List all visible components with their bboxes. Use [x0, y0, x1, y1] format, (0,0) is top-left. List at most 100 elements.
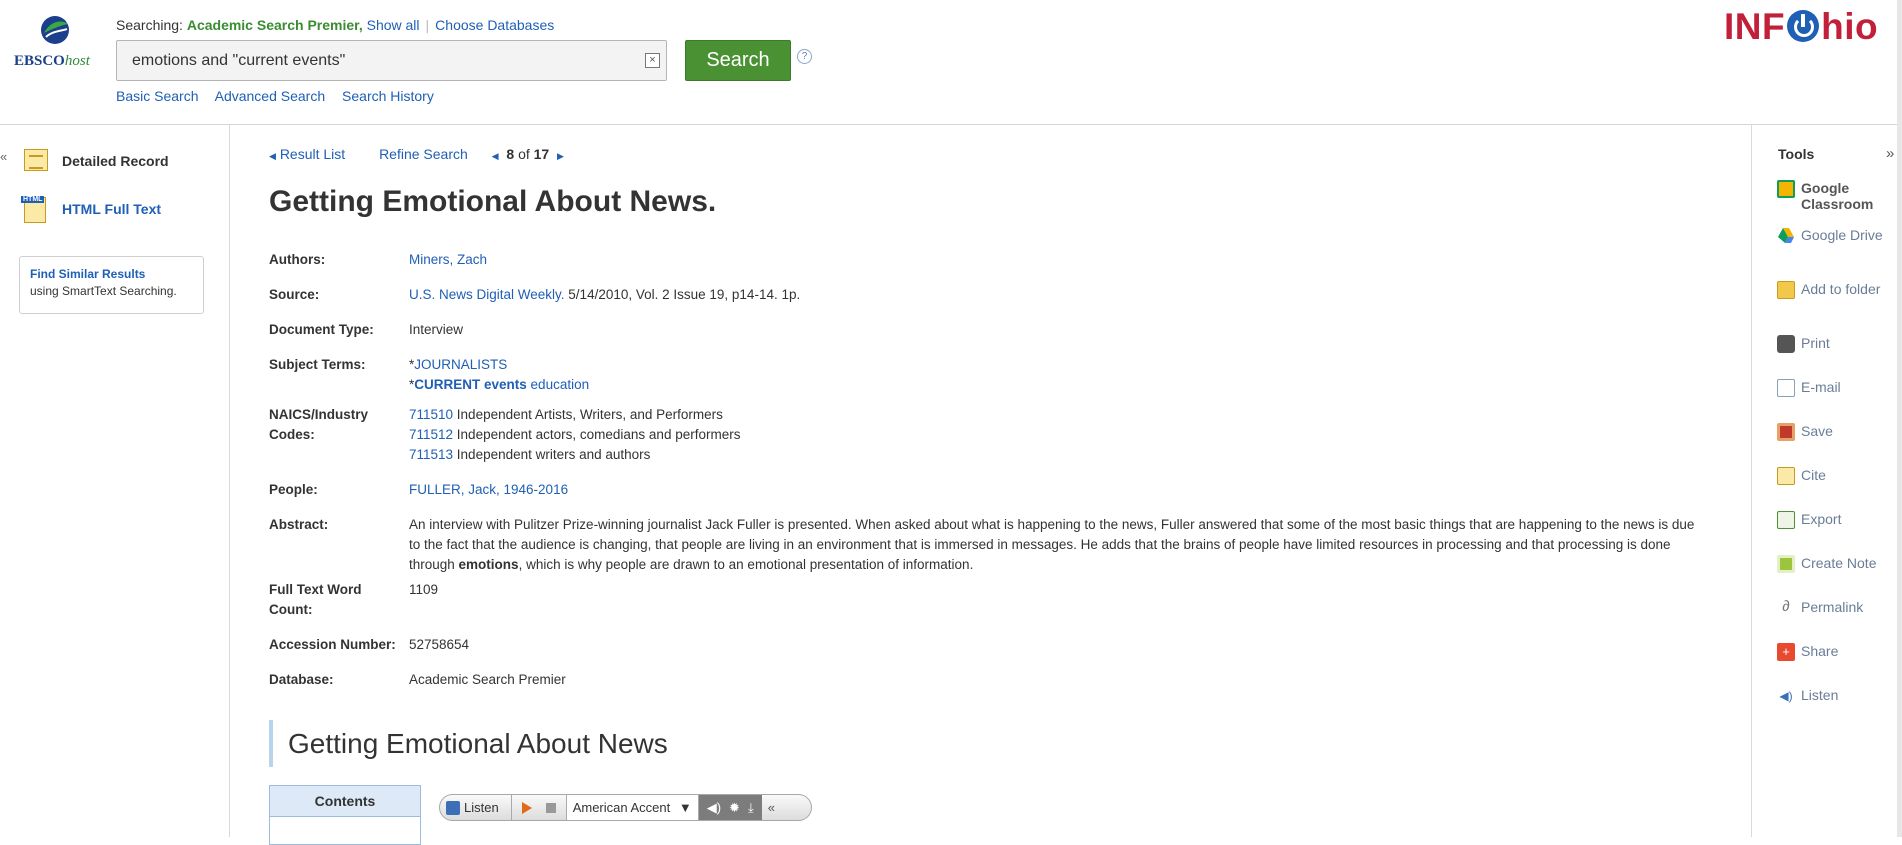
search-mode-links: Basic Search Advanced Search Search Hist… [116, 88, 447, 104]
find-similar-box: Find Similar Results using SmartText Sea… [19, 256, 204, 314]
search-box: × [116, 40, 667, 81]
searching-line: Searching: Academic Search Premier, Show… [116, 17, 555, 33]
accent-select[interactable]: American Accent ▼ [565, 795, 699, 820]
doctype-value: Interview [409, 322, 464, 337]
save-icon [1777, 423, 1795, 441]
ebsco-globe-icon [41, 16, 69, 44]
record-title: Getting Emotional About News. [269, 185, 717, 218]
advanced-search-link[interactable]: Advanced Search [215, 88, 326, 104]
people-label: People: [269, 482, 318, 497]
nav-detailed-record[interactable]: Detailed Record [22, 149, 169, 173]
naics-value: 711510 Independent Artists, Writers, and… [409, 405, 1902, 465]
naics-row: 711513 Independent writers and authors [409, 447, 651, 462]
people-link[interactable]: FULLER, Jack, 1946-2016 [409, 482, 568, 497]
find-similar-link[interactable]: Find Similar Results [30, 267, 193, 281]
nav-detailed-record-label: Detailed Record [62, 153, 169, 169]
play-icon[interactable] [521, 801, 532, 814]
nav-html-full-text-label[interactable]: HTML Full Text [62, 201, 161, 217]
collapse-toolbar-icon[interactable]: « [762, 800, 775, 815]
page-scrollbar[interactable] [1897, 0, 1902, 837]
infohio-logo[interactable]: INF hio [1724, 6, 1878, 48]
accession-value: 52758654 [409, 637, 470, 652]
source-label: Source: [269, 287, 320, 302]
permalink-icon: ∂ [1782, 598, 1790, 615]
database-value: Academic Search Premier [409, 672, 566, 687]
tool-add-to-folder[interactable]: Add to folder [1777, 281, 1897, 299]
naics-code-link[interactable]: 711513 [409, 447, 453, 462]
basic-search-link[interactable]: Basic Search [116, 88, 198, 104]
doctype-label: Document Type: [269, 322, 374, 337]
abstract-value: An interview with Pulitzer Prize-winning… [409, 517, 1695, 572]
database-label: Database: [269, 672, 334, 687]
listen-icon: ◀) [1779, 689, 1793, 703]
tool-save[interactable]: Save [1777, 423, 1897, 441]
source-details: 5/14/2010, Vol. 2 Issue 19, p14-14. 1p. [564, 287, 801, 302]
folder-icon [1777, 281, 1795, 299]
tool-email[interactable]: E-mail [1777, 379, 1897, 397]
tool-create-note[interactable]: Create Note [1777, 555, 1897, 573]
settings-gear-icon[interactable]: ✹ [729, 800, 740, 816]
listen-label: Listen [464, 800, 499, 815]
full-text-heading: Getting Emotional About News [269, 720, 668, 767]
back-arrow-icon: ◀ [269, 151, 276, 161]
listen-button[interactable]: Listen [446, 795, 512, 820]
accession-label: Accession Number: [269, 637, 396, 652]
help-icon[interactable]: ? [797, 49, 812, 64]
choose-databases-link[interactable]: Choose Databases [435, 17, 554, 33]
subject-link-current-events[interactable]: CURRENT events education [414, 377, 589, 392]
wordcount-label: Full Text Word Count: [269, 582, 362, 617]
source-value: U.S. News Digital Weekly. 5/14/2010, Vol… [409, 285, 1902, 305]
result-list-link[interactable]: Result List [280, 146, 345, 162]
header: EBSCOhost Searching: Academic Search Pre… [0, 0, 1902, 125]
find-similar-subtext: using SmartText Searching. [30, 284, 177, 298]
naics-row: 711510 Independent Artists, Writers, and… [409, 407, 723, 422]
selected-database: Academic Search Premier, [186, 17, 363, 33]
naics-code-link[interactable]: 711510 [409, 407, 453, 422]
share-icon: + [1777, 643, 1795, 661]
refine-search-link[interactable]: Refine Search [379, 146, 468, 162]
clear-search-icon[interactable]: × [645, 53, 660, 68]
download-icon[interactable]: ⤓ [748, 800, 754, 816]
tool-google-drive[interactable]: Google Drive [1777, 227, 1897, 245]
readspeaker-toolbar: Listen American Accent ▼ ◀) ✹ ⤓ « [439, 794, 812, 821]
print-icon [1777, 335, 1795, 353]
accent-value: American Accent [572, 800, 671, 815]
tool-permalink[interactable]: ∂ Permalink [1777, 599, 1897, 617]
tools-sidebar: Tools » Google Classroom Google Drive Ad… [1751, 125, 1902, 837]
searching-label: Searching: [116, 17, 183, 33]
tool-print[interactable]: Print [1777, 335, 1897, 353]
volume-icon[interactable]: ◀) [707, 800, 721, 816]
collapse-right-panel-icon[interactable]: » [1886, 145, 1894, 162]
email-icon [1777, 379, 1795, 397]
naics-label: NAICS/Industry Codes: [269, 407, 369, 442]
search-input[interactable] [117, 41, 637, 80]
next-record-icon[interactable]: ▶ [557, 151, 564, 161]
audio-tools: ◀) ✹ ⤓ [698, 795, 762, 820]
tool-google-classroom[interactable]: Google Classroom [1777, 180, 1897, 212]
search-history-link[interactable]: Search History [342, 88, 434, 104]
previous-record-icon[interactable]: ◀ [492, 151, 499, 161]
export-icon [1777, 511, 1795, 529]
tool-share[interactable]: + Share [1777, 643, 1897, 661]
google-classroom-icon [1777, 180, 1795, 198]
wordcount-value: 1109 [409, 582, 439, 597]
author-link[interactable]: Miners, Zach [409, 252, 487, 267]
source-link[interactable]: U.S. News Digital Weekly. [409, 287, 565, 302]
show-all-link[interactable]: Show all [367, 17, 420, 33]
total-records: 17 [533, 146, 550, 162]
tool-cite[interactable]: Cite [1777, 467, 1897, 485]
cite-icon [1777, 467, 1795, 485]
collapse-left-panel-icon[interactable]: « [0, 149, 7, 164]
tool-listen[interactable]: ◀) Listen [1777, 687, 1897, 705]
search-button[interactable]: Search [685, 40, 791, 81]
current-record: 8 [506, 146, 515, 162]
detailed-record-icon [22, 149, 50, 173]
subject-link-journalists[interactable]: JOURNALISTS [414, 357, 507, 372]
naics-code-link[interactable]: 711512 [409, 427, 453, 442]
ebscohost-logo[interactable]: EBSCOhost [14, 15, 98, 75]
of-label: of [518, 146, 530, 162]
nav-html-full-text[interactable]: HTML HTML Full Text [21, 196, 161, 223]
stop-icon[interactable] [545, 802, 556, 813]
tool-export[interactable]: Export [1777, 511, 1897, 529]
ebscohost-wordmark: EBSCOhost [14, 53, 90, 69]
